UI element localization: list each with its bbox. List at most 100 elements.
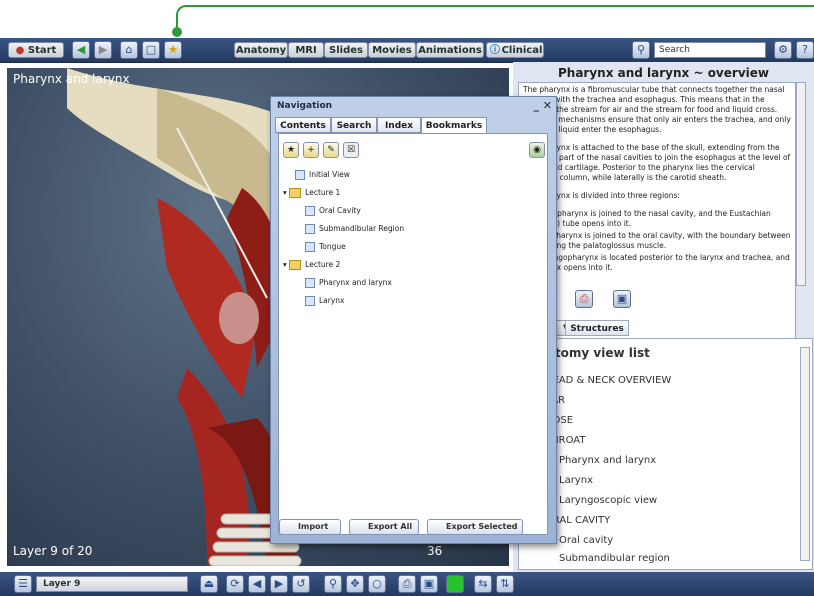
overview-paragraph: The nasopharynx is joined to the nasal c… [523,209,771,228]
back-icon[interactable]: ◀ [72,41,90,59]
next-frame-icon[interactable]: ▶ [270,575,288,593]
tree-label: Lecture 1 [305,188,341,197]
folder-icon [289,260,302,270]
swap-icon[interactable]: ⇆ [474,575,492,593]
tab-clinical[interactable]: ⓘ Clinical [486,42,544,58]
callout-line [176,5,814,33]
list-item[interactable]: Larynx [559,475,593,486]
layer-select[interactable]: Layer 9 [36,576,188,592]
print-icon[interactable]: ⎙ [398,575,416,593]
add-bookmark-icon[interactable]: ★ [283,142,299,158]
export-selected-button[interactable]: Export Selected [427,519,523,535]
tab-structures[interactable]: Structures [565,320,629,336]
tree-label: Pharynx and larynx [319,278,392,287]
tree-item[interactable]: Pharynx and larynx [305,278,392,288]
search-icon[interactable]: ⚲ [632,41,650,59]
home-icon[interactable]: ⌂ [120,41,138,59]
view-icon [305,296,315,306]
reset-icon[interactable]: ↺ [292,575,310,593]
view-icon [305,206,315,216]
overview-paragraph: The laryngopharynx is located posterior … [523,253,790,272]
forward-icon[interactable]: ▶ [94,41,112,59]
view-list-panel: Anatomy view list HEAD & NECK OVERVIEW E… [518,338,813,570]
info-icon: ⓘ [490,45,500,56]
tree-item-initial[interactable]: Initial View [295,170,350,180]
search-input[interactable]: Search [654,42,766,58]
edit-icon[interactable]: ✎ [323,142,339,158]
view-icon [305,278,315,288]
right-panel: Pharynx and larynx ~ overview The pharyn… [513,62,814,572]
list-item[interactable]: HEAD & NECK OVERVIEW [545,375,671,386]
power-icon: ● [15,45,25,56]
overview-paragraph: The pharynx is divided into three region… [523,191,680,200]
view-icon [305,242,315,252]
overview-paragraph: The pharynx is a fibromuscular tube that… [523,85,791,134]
viewport-title: Pharynx and larynx [13,72,130,86]
green-status-icon[interactable] [446,575,464,593]
export-all-button[interactable]: Export All [349,519,419,535]
save-icon[interactable]: ▣ [420,575,438,593]
overview-title: Pharynx and larynx ~ overview [558,66,769,80]
tree-folder-lecture-2[interactable]: ▾ Lecture 2 [283,260,340,270]
updown-icon[interactable]: ⇅ [496,575,514,593]
delete-icon[interactable]: ☒ [343,142,359,158]
pin-icon[interactable]: ○ [368,575,386,593]
list-item[interactable]: Oral cavity [559,535,613,546]
start-button[interactable]: ● Start [8,42,64,58]
overview-paragraph: The oropharynx is joined to the oral cav… [523,231,791,250]
overview-scrollbar[interactable] [796,82,806,286]
help-icon[interactable]: ? [796,41,814,59]
callout-dot [172,27,182,37]
view-icon [295,170,305,180]
tree-label: Tongue [319,242,346,251]
tree-label: Lecture 2 [305,260,341,269]
layers-icon[interactable]: ☰ [14,575,32,593]
tab-index[interactable]: Index [377,117,421,133]
rotate-icon[interactable]: ⟳ [226,575,244,593]
globe-icon[interactable]: ◉ [529,142,545,158]
list-item[interactable]: Pharynx and larynx [559,455,656,466]
tree-label: Submandibular Region [319,224,405,233]
prev-frame-icon[interactable]: ◀ [248,575,266,593]
folder-icon [289,188,302,198]
add-folder-icon[interactable]: + [303,142,319,158]
bookmark-star-icon[interactable]: ★ [164,41,182,59]
tree-label: Oral Cavity [319,206,361,215]
window-icon[interactable]: □ [142,41,160,59]
lower-tabs: Views Structures [513,320,814,338]
tree-label: Larynx [319,296,345,305]
zoom-icon[interactable]: ⚲ [324,575,342,593]
tree-item[interactable]: Submandibular Region [305,224,404,234]
navigation-title: Navigation [277,101,333,111]
save-icon[interactable]: ▣ [613,290,631,308]
list-item[interactable]: Laryngoscopic view [559,495,657,506]
export-all-label: Export All [368,522,413,531]
import-button[interactable]: Import [279,519,341,535]
tree-label: Initial View [309,170,350,179]
export-selected-label: Export Selected [446,522,518,531]
bookmarks-pane: ★ + ✎ ☒ ◉ Initial View ▾ Lecture 1 Oral … [278,133,548,535]
tab-search[interactable]: Search [331,117,377,133]
tab-slides[interactable]: Slides [324,42,368,58]
tab-anatomy[interactable]: Anatomy [234,42,288,58]
top-toolbar: ● Start ◀ ▶ ⌂ □ ★ Anatomy MRI Slides Mov… [0,38,814,63]
tab-animations[interactable]: Animations [416,42,484,58]
print-icon[interactable]: ⎙ [575,290,593,308]
tree-item[interactable]: Oral Cavity [305,206,361,216]
pan-icon[interactable]: ✥ [346,575,364,593]
tree-item[interactable]: Larynx [305,296,345,306]
eject-icon[interactable]: ⏏ [200,575,218,593]
tab-contents[interactable]: Contents [275,117,331,133]
overview-text: The pharynx is a fibromuscular tube that… [518,82,796,348]
layer-indicator: Layer 9 of 20 [13,544,93,558]
start-label: Start [27,45,57,56]
tab-mri[interactable]: MRI [288,42,324,58]
close-icon[interactable]: _ ✕ [533,99,552,112]
tree-item[interactable]: Tongue [305,242,346,252]
clinical-label: Clinical [501,45,543,56]
list-item[interactable]: Submandibular region [559,553,670,564]
tab-movies[interactable]: Movies [368,42,416,58]
view-list-scrollbar[interactable] [800,347,810,561]
settings-icon[interactable]: ⚙ [774,41,792,59]
tree-folder-lecture-1[interactable]: ▾ Lecture 1 [283,188,340,198]
